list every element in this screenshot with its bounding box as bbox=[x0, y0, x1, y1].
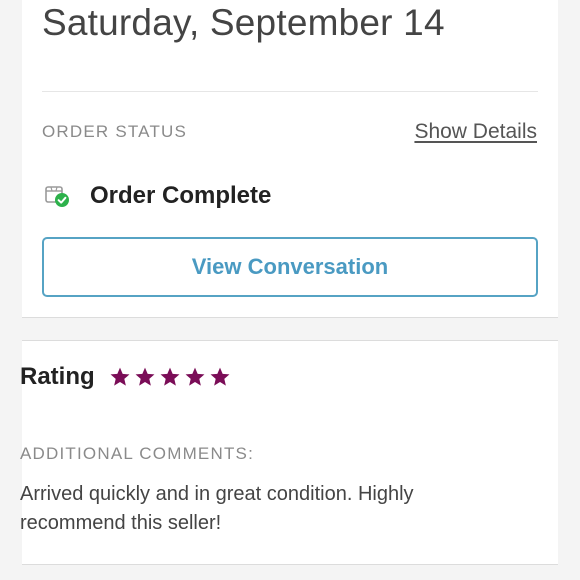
divider bbox=[42, 91, 538, 92]
order-status-text: Order Complete bbox=[90, 182, 272, 209]
additional-comments-label: ADDITIONAL COMMENTS: bbox=[20, 444, 254, 463]
rating-row: Rating bbox=[20, 360, 231, 394]
star-rating bbox=[109, 366, 231, 388]
order-date: Saturday, September 14 bbox=[42, 2, 445, 43]
star-icon bbox=[185, 367, 205, 386]
star-icon bbox=[160, 367, 180, 386]
star-icon bbox=[135, 367, 155, 386]
star-icon bbox=[110, 367, 130, 386]
rating-label: Rating bbox=[20, 363, 95, 390]
view-conversation-button[interactable]: View Conversation bbox=[42, 237, 538, 297]
package-check-icon bbox=[45, 186, 69, 207]
order-status-row: Order Complete bbox=[44, 180, 271, 212]
order-card: Saturday, September 14 ORDER STATUS Show… bbox=[22, 0, 558, 318]
star-icon bbox=[210, 367, 230, 386]
additional-comments-text: Arrived quickly and in great condition. … bbox=[20, 483, 414, 534]
show-details-link[interactable]: Show Details bbox=[414, 120, 537, 144]
order-status-label: ORDER STATUS bbox=[42, 122, 188, 141]
